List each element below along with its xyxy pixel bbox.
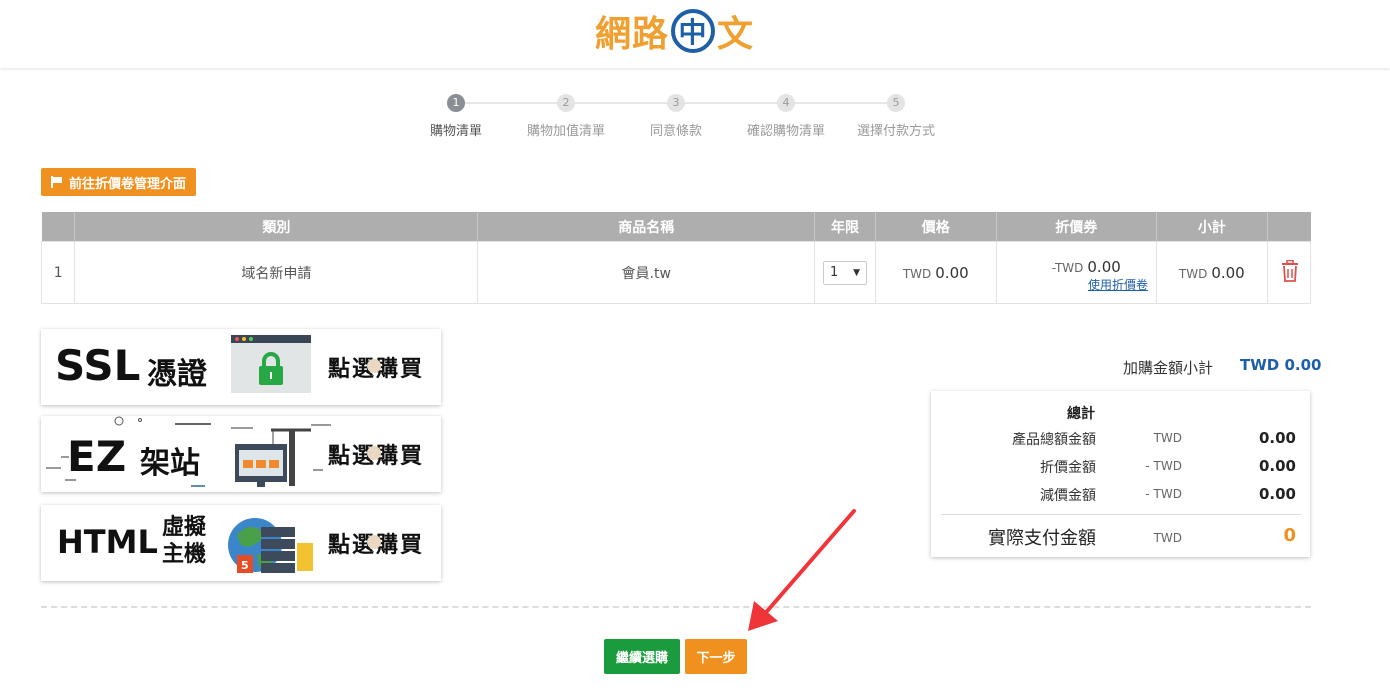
step-2-circle: 2 [557,94,575,112]
row-years-cell: 1 ▼ [814,241,876,304]
summary-value: 0.00 [1258,457,1296,475]
use-coupon-link[interactable]: 使用折價卷 [997,276,1156,293]
cart-table-header: 類別 商品名稱 年限 價格 折價券 小計 [41,212,1311,242]
step-1-label: 購物清單 [429,124,482,139]
row-price-cell: TWD 0.00 [874,241,997,304]
total-currency: TWD [1153,531,1182,545]
subtotal-currency: TWD [1178,266,1208,281]
ssl-banner-title: SSL [55,341,141,390]
order-summary: 總計 產品總額金額 TWD 0.00 折價金額 - TWD 0.00 減價金額 … [931,391,1310,557]
checkout-steps: 1 2 3 4 5 購物清單 購物加值清單 同意條款 確認購物清單 選擇付款方式 [0,92,1390,142]
table-row: 1 域名新申請 會員.tw 1 ▼ TWD 0.00 -TWD 0.00 使用折價卷… [40,241,1312,304]
row-delete-cell [1266,241,1312,304]
coupon-management-button[interactable]: 前往折價卷管理介面 [41,168,197,196]
html-hosting-banner[interactable]: HTML 虛擬 主機 5 點選購買 [41,505,441,581]
logo-circle-glyph: 中 [671,9,716,53]
ez-banner-title: EZ [67,432,127,481]
years-select-value: 1 [830,265,839,280]
subtotal-value: 0.00 [1211,263,1245,282]
col-subtotal: 小計 [1156,212,1268,242]
step-3-label: 同意條款 [649,124,702,139]
lock-browser-icon [231,335,311,393]
html-banner-title: HTML [57,523,158,561]
cart-table: 類別 商品名稱 年限 價格 折價券 小計 1 域名新申請 會員.tw 1 ▼ T… [40,212,1312,304]
coupon-management-label: 前往折價卷管理介面 [69,176,187,192]
row-category: 域名新申請 [74,241,479,304]
addon-subtotal-label: 加購金額小計 [1123,359,1214,377]
ez-site-banner[interactable]: EZ 架站 點選購買 [41,416,441,492]
step-1-circle: 1 [447,94,465,112]
summary-value: 0.00 [1258,429,1296,447]
summary-row-reduction: 減價金額 - TWD 0.00 [931,485,1310,507]
col-category: 類別 [74,212,479,242]
row-subtotal-cell: TWD 0.00 [1155,241,1268,304]
site-header: 網路 中 文 [0,0,1390,68]
price-currency: TWD [902,266,932,281]
row-index: 1 [40,241,76,304]
years-select[interactable]: 1 ▼ [823,260,868,285]
total-value: 0 [1283,525,1296,546]
server-globe-icon: 5 [228,518,313,573]
step-4-circle: 4 [777,94,795,112]
ez-banner-subtitle: 架站 [140,446,200,481]
flag-icon [51,176,63,188]
addon-subtotal-value: TWD 0.00 [1240,356,1322,374]
summary-divider [941,514,1301,515]
summary-currency: TWD [1153,431,1182,445]
step-2-label: 購物加值清單 [526,124,605,139]
ssl-banner-subtitle: 憑證 [147,357,207,392]
html-banner-subtitle-1: 虛擬 [162,515,207,540]
summary-value: 0.00 [1258,485,1296,503]
row-coupon-cell: -TWD 0.00 使用折價卷 [995,241,1157,304]
summary-label: 折價金額 [1040,460,1096,476]
price-value: 0.00 [935,263,969,282]
summary-label: 產品總額金額 [1012,432,1096,448]
step-5-label: 選擇付款方式 [856,124,935,139]
section-divider [41,606,1311,608]
summary-title: 總計 [1067,406,1095,422]
svg-text:5: 5 [241,559,249,572]
step-5-circle: 5 [887,94,905,112]
col-price: 價格 [875,212,997,242]
next-step-button[interactable]: 下一步 [685,639,747,674]
cursor-dot [367,359,381,373]
summary-row-product-total: 產品總額金額 TWD 0.00 [931,429,1310,451]
summary-row-discount: 折價金額 - TWD 0.00 [931,457,1310,479]
ssl-banner[interactable]: SSL 憑證 點選購買 [41,329,441,405]
summary-currency: - TWD [1145,459,1182,473]
html-banner-subtitle-2: 主機 [162,542,207,567]
discount-value: 0.00 [1087,258,1121,276]
col-index [41,212,76,242]
continue-shopping-button[interactable]: 繼續選購 [604,639,680,674]
step-3-circle: 3 [667,94,685,112]
col-coupon: 折價券 [996,212,1157,242]
step-4-label: 確認購物清單 [746,124,825,139]
col-years: 年限 [814,212,876,242]
cursor-dot [367,446,381,460]
col-actions [1267,212,1311,242]
caret-down-icon: ▼ [853,267,861,278]
trash-icon[interactable] [1281,259,1298,282]
total-label: 實際支付金額 [988,528,1096,549]
summary-label: 減價金額 [1040,488,1096,504]
annotation-arrow-icon [748,509,856,631]
logo-text-right: 文 [717,14,755,55]
col-product: 商品名稱 [477,212,816,242]
site-logo[interactable]: 網路 中 文 [595,6,754,56]
logo-text-left: 網路 [595,14,670,55]
row-product: 會員.tw [477,241,816,304]
cursor-dot [367,535,381,549]
summary-currency: - TWD [1145,487,1182,501]
discount-currency: -TWD [1051,261,1084,275]
summary-row-total: 實際支付金額 TWD 0 [931,524,1310,552]
